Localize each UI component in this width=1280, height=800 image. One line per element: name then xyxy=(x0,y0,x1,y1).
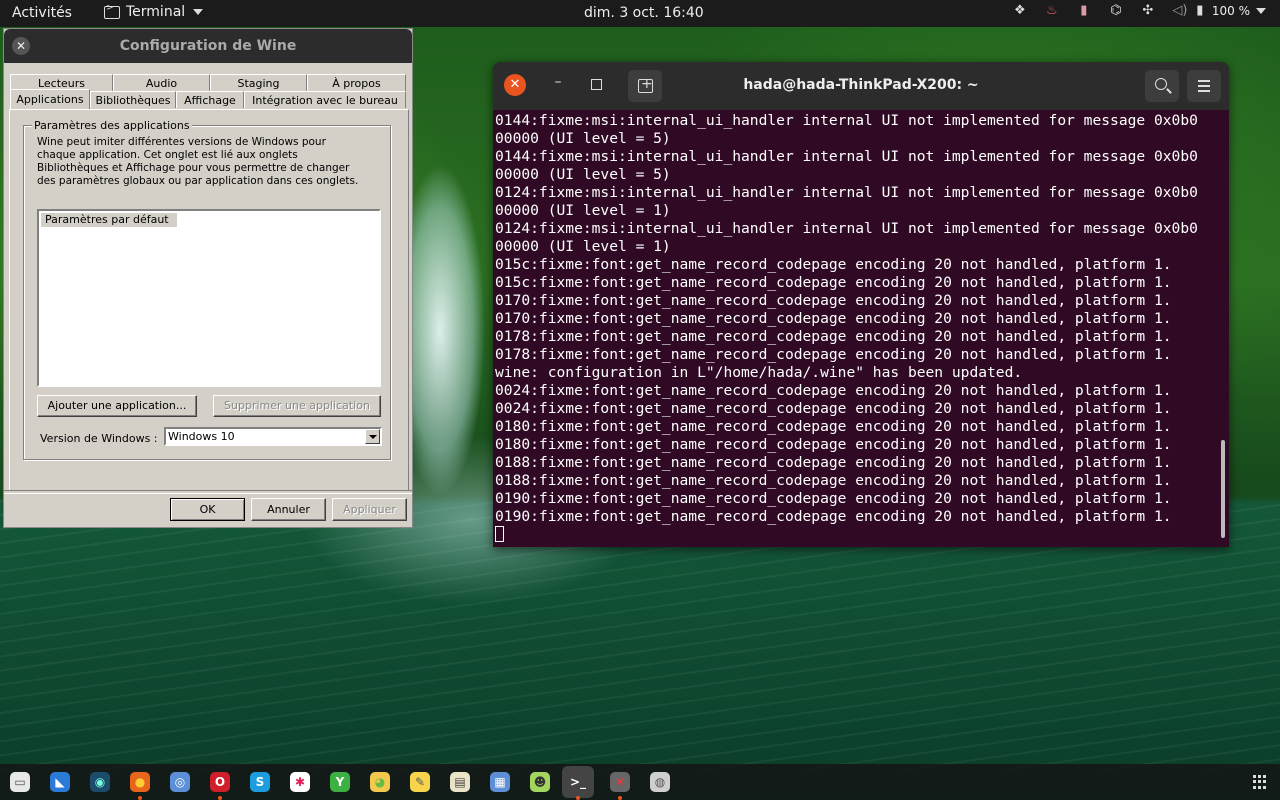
battery-level: 100 % xyxy=(1211,4,1250,18)
terminal-line: 0180:fixme:font:get_name_record_codepage… xyxy=(495,418,1172,435)
tab-audio[interactable]: Audio xyxy=(113,74,210,91)
chevron-down-icon xyxy=(193,9,204,15)
dropbox-icon[interactable]: ❖ xyxy=(1012,4,1028,18)
chromium-icon[interactable]: ◎ xyxy=(170,772,190,792)
terminal-line: 00000 (UI level = 1) xyxy=(495,238,671,255)
tab-integration-bureau[interactable]: Intégration avec le bureau xyxy=(244,91,406,108)
screenshot-icon[interactable]: ▦ xyxy=(490,772,510,792)
chevron-down-icon xyxy=(1256,8,1266,14)
disk-icon[interactable]: ◍ xyxy=(650,772,670,792)
tab-row-front: Applications Bibliothèques Affichage Int… xyxy=(10,89,406,109)
terminal-line: 00000 (UI level = 5) xyxy=(495,166,671,183)
terminal-line: 0170:fixme:font:get_name_record_codepage… xyxy=(495,310,1172,327)
cancel-button[interactable]: Annuler xyxy=(251,498,326,521)
battery-icon: ▮ xyxy=(1196,3,1204,18)
status-menu[interactable]: ◁) ▮ 100 % xyxy=(1172,4,1266,18)
terminal-line: 0190:fixme:font:get_name_record_codepage… xyxy=(495,490,1172,507)
wine-config-window: ✕ Configuration de Wine Lecteurs Audio S… xyxy=(3,28,413,528)
add-application-button[interactable]: Ajouter une application... xyxy=(37,395,197,417)
terminal-headerbar[interactable]: ✕ – hada@hada-ThinkPad-X200: ~ xyxy=(493,62,1229,110)
network-icon[interactable]: ⌬ xyxy=(1108,4,1124,18)
windows-version-select[interactable]: Windows 10 xyxy=(164,427,382,446)
search-icon[interactable] xyxy=(1145,70,1179,102)
activities-button[interactable]: Activités xyxy=(12,5,72,21)
calculator-icon[interactable]: ▤ xyxy=(450,772,470,792)
running-indicator xyxy=(138,796,142,800)
firefox-icon[interactable]: ● xyxy=(130,772,150,792)
weather-icon[interactable]: ♨ xyxy=(1044,4,1060,18)
terminal-line: 0190:fixme:font:get_name_record_codepage… xyxy=(495,508,1172,525)
running-indicator xyxy=(576,796,580,800)
terminal-line: 0124:fixme:msi:internal_ui_handler inter… xyxy=(495,184,1198,201)
terminal-line: 0024:fixme:font:get_name_record_codepage… xyxy=(495,382,1172,399)
running-indicator xyxy=(618,796,622,800)
remove-application-button[interactable]: Supprimer une application xyxy=(213,395,381,417)
accessibility-icon[interactable]: ✣ xyxy=(1140,4,1156,18)
bug-icon[interactable]: ✕ xyxy=(610,772,630,792)
top-bar: Activités Terminal dim. 3 oct. 16:40 ❖ ♨… xyxy=(0,0,1280,27)
description-text: Wine peut imiter différentes versions de… xyxy=(37,136,359,187)
terminal-title: hada@hada-ThinkPad-X200: ~ xyxy=(743,77,979,93)
list-item[interactable]: Paramètres par défaut xyxy=(41,213,177,227)
chevron-down-icon[interactable] xyxy=(365,429,380,444)
terminal-line: 0188:fixme:font:get_name_record_codepage… xyxy=(495,472,1172,489)
dock: ▭ ◣ ◉ ● ◎ O S ✱ Y ◕ ✎ ▤ ▦ ☻ >_ ✕ ◍ xyxy=(0,764,1280,800)
skype-icon[interactable]: S xyxy=(250,772,270,792)
hamburger-menu-icon[interactable] xyxy=(1187,70,1221,102)
terminal-line: wine: configuration in L"/home/hada/.win… xyxy=(495,364,1023,381)
tab-applications[interactable]: Applications xyxy=(10,89,90,109)
tab-a-propos[interactable]: À propos xyxy=(307,74,406,91)
vscode-icon[interactable]: ◣ xyxy=(50,772,70,792)
windows-version-label: Version de Windows : xyxy=(40,432,158,445)
terminal-line: 0170:fixme:font:get_name_record_codepage… xyxy=(495,292,1172,309)
terminal-icon[interactable]: >_ xyxy=(562,766,594,798)
terminal-scrollbar[interactable] xyxy=(1221,440,1225,538)
lollypop-icon[interactable]: ◕ xyxy=(370,772,390,792)
app-menu[interactable]: Terminal xyxy=(104,3,204,20)
terminal-line: 0144:fixme:msi:internal_ui_handler inter… xyxy=(495,148,1198,165)
terminal-output[interactable]: 0144:fixme:msi:internal_ui_handler inter… xyxy=(495,112,1217,544)
volume-icon: ◁) xyxy=(1172,3,1188,18)
terminal-prompt[interactable] xyxy=(495,526,1217,544)
wine-app-icon[interactable]: ☻ xyxy=(530,772,550,792)
terminal-line: 015c:fixme:font:get_name_record_codepage… xyxy=(495,256,1172,273)
slack-icon[interactable]: ✱ xyxy=(290,772,310,792)
opera-icon[interactable]: O xyxy=(210,772,230,792)
tab-staging[interactable]: Staging xyxy=(210,74,307,91)
tab-affichage[interactable]: Affichage xyxy=(176,91,244,108)
app-menu-label: Terminal xyxy=(126,4,186,20)
yandex-icon[interactable]: Y xyxy=(330,772,350,792)
keepass-icon[interactable]: ◉ xyxy=(90,772,110,792)
notes-icon[interactable]: ✎ xyxy=(410,772,430,792)
terminal-cursor xyxy=(495,526,504,542)
apply-button[interactable]: Appliquer xyxy=(332,498,407,521)
terminal-line: 0180:fixme:font:get_name_record_codepage… xyxy=(495,436,1172,453)
ok-button[interactable]: OK xyxy=(170,498,245,521)
applications-list[interactable]: Paramètres par défaut xyxy=(37,209,381,387)
tab-bibliotheques[interactable]: Bibliothèques xyxy=(90,91,176,108)
terminal-line: 0178:fixme:font:get_name_record_codepage… xyxy=(495,328,1172,345)
divider xyxy=(4,490,412,494)
clipboard-icon[interactable]: ▮ xyxy=(1076,4,1092,18)
show-applications-icon[interactable] xyxy=(1253,775,1267,789)
terminal-line: 00000 (UI level = 1) xyxy=(495,202,671,219)
terminal-line: 00000 (UI level = 5) xyxy=(495,130,671,147)
running-indicator xyxy=(218,796,222,800)
terminal-line: 0124:fixme:msi:internal_ui_handler inter… xyxy=(495,220,1198,237)
terminal-line: 0188:fixme:font:get_name_record_codepage… xyxy=(495,454,1172,471)
wine-titlebar[interactable]: ✕ Configuration de Wine xyxy=(4,29,412,63)
terminal-window[interactable]: ✕ – hada@hada-ThinkPad-X200: ~ 0144:fixm… xyxy=(493,62,1229,547)
windows-version-value: Windows 10 xyxy=(168,430,235,443)
system-tray[interactable]: ❖ ♨ ▮ ⌬ ✣ ◁) ▮ 100 % xyxy=(1012,4,1266,18)
clock[interactable]: dim. 3 oct. 16:40 xyxy=(584,5,704,21)
terminal-icon xyxy=(104,3,120,19)
terminal-line: 0144:fixme:msi:internal_ui_handler inter… xyxy=(495,112,1198,129)
terminal-line: 015c:fixme:font:get_name_record_codepage… xyxy=(495,274,1172,291)
files-icon[interactable]: ▭ xyxy=(10,772,30,792)
terminal-line: 0024:fixme:font:get_name_record_codepage… xyxy=(495,400,1172,417)
terminal-line: 0178:fixme:font:get_name_record_codepage… xyxy=(495,346,1172,363)
wine-window-title: Configuration de Wine xyxy=(119,38,297,54)
group-label: Paramètres des applications xyxy=(32,119,192,132)
